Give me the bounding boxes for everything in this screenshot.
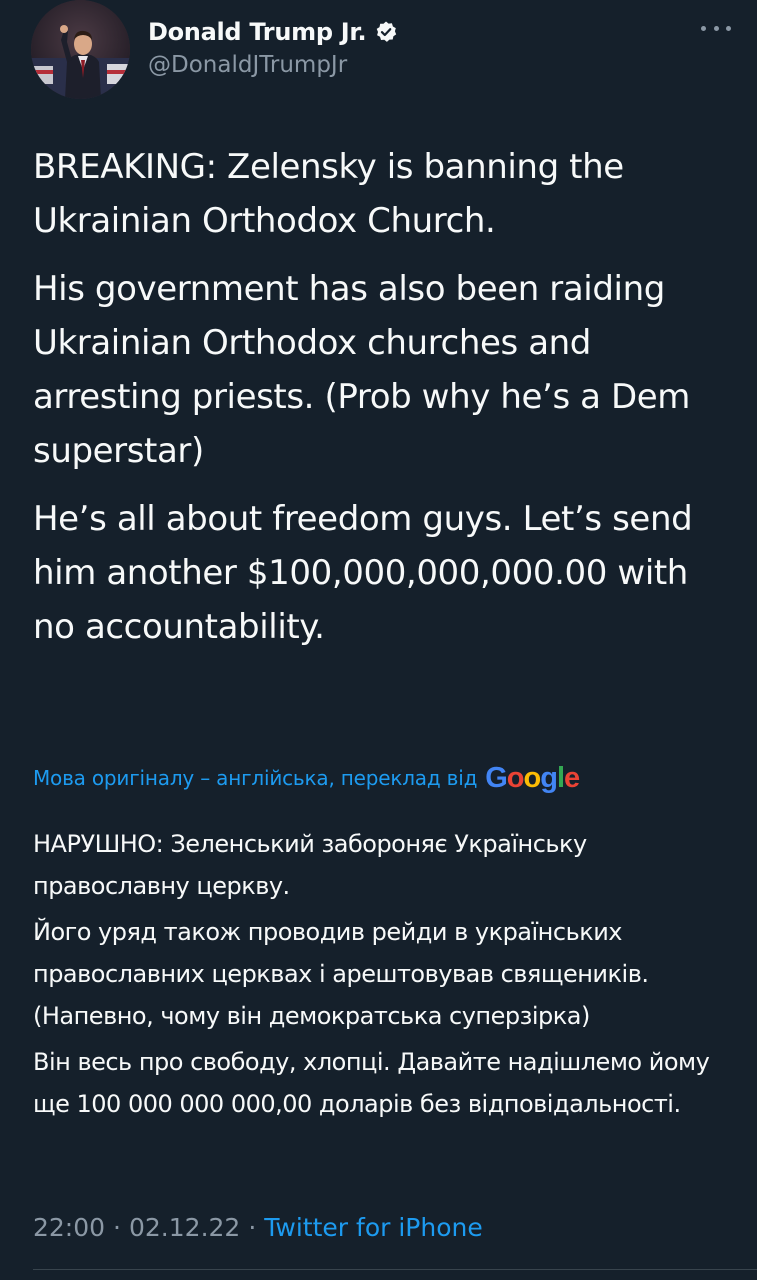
- tweet-text: BREAKING: Zelensky is banning the Ukrain…: [33, 140, 733, 654]
- meta-separator: ·: [113, 1212, 121, 1242]
- verified-badge-icon: [377, 21, 397, 42]
- avatar-photo: [31, 0, 130, 99]
- translated-text: НАРУШНО: Зеленський забороняє Українську…: [33, 823, 733, 1125]
- tweet-date[interactable]: 02.12.22: [129, 1213, 240, 1242]
- more-dot: [701, 25, 706, 31]
- tweet-meta: 22:00 · 02.12.22 · Twitter for iPhone: [33, 1207, 483, 1247]
- author-info: Donald Trump Jr. @DonaldJTrumpJr: [148, 14, 398, 78]
- tweet-paragraph: His government has also been raiding Ukr…: [33, 269, 691, 471]
- translated-paragraph: Він весь про свободу, хлопці. Давайте на…: [33, 1048, 710, 1118]
- display-name-row: Donald Trump Jr.: [148, 14, 398, 50]
- tweet-source-link[interactable]: Twitter for iPhone: [264, 1213, 482, 1242]
- author-handle[interactable]: @DonaldJTrumpJr: [148, 52, 398, 78]
- translated-paragraph: Його уряд також проводив рейди в українс…: [33, 918, 649, 1030]
- translation-notice-text: Мова оригіналу – англійська, переклад ві…: [33, 766, 478, 790]
- more-dot: [713, 25, 719, 31]
- tweet-time[interactable]: 22:00: [33, 1213, 105, 1242]
- more-dot: [726, 25, 731, 31]
- tweet-paragraph: BREAKING: Zelensky is banning the Ukrain…: [33, 147, 624, 241]
- google-logo: Google: [485, 761, 580, 794]
- translation-notice[interactable]: Мова оригіналу – англійська, переклад ві…: [33, 758, 580, 798]
- divider: [33, 1269, 757, 1270]
- tweet-paragraph: He’s all about freedom guys. Let’s send …: [33, 499, 693, 647]
- tweet-header: Donald Trump Jr. @DonaldJTrumpJr: [31, 0, 731, 100]
- tweet: Donald Trump Jr. @DonaldJTrumpJr BREAKIN…: [0, 0, 757, 1280]
- avatar[interactable]: [31, 0, 130, 99]
- more-horizontal-icon[interactable]: [701, 18, 731, 38]
- display-name[interactable]: Donald Trump Jr.: [148, 18, 367, 46]
- translated-paragraph: НАРУШНО: Зеленський забороняє Українську…: [33, 830, 587, 900]
- meta-separator: ·: [248, 1212, 257, 1242]
